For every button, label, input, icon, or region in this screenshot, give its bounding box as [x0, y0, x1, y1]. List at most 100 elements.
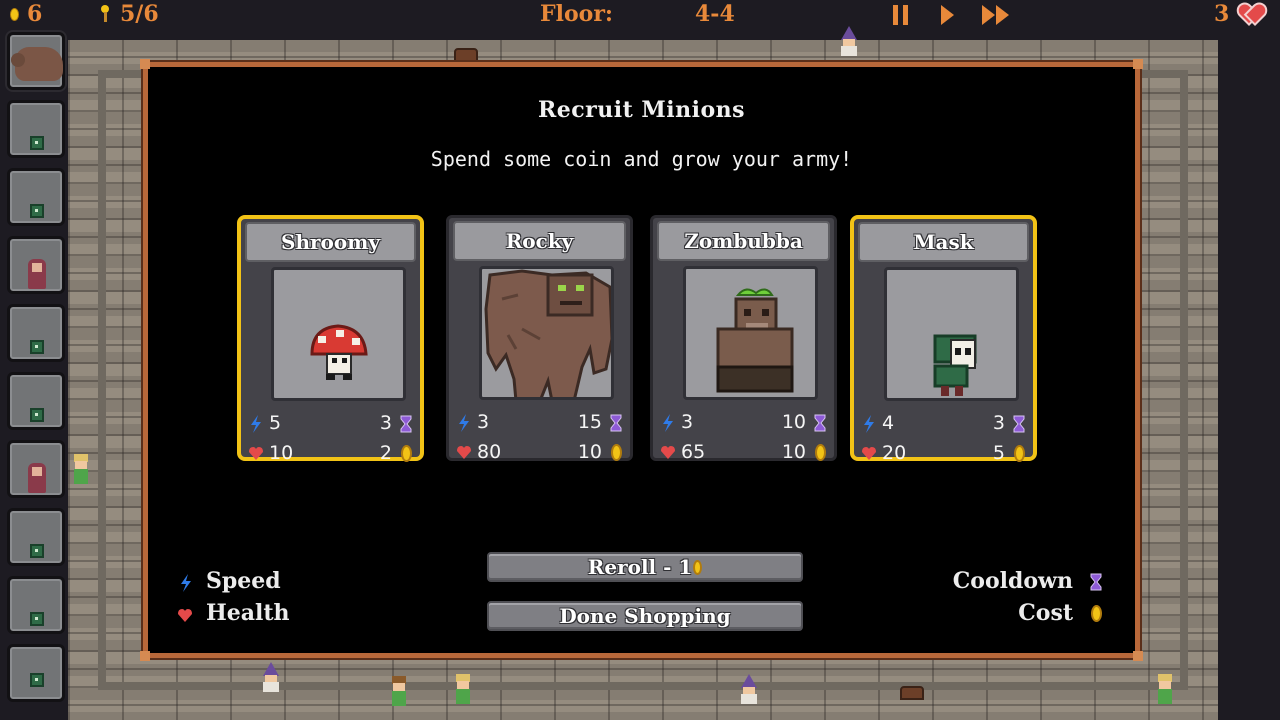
done-shopping-label: Done Shopping	[559, 604, 731, 628]
card-cooldown: 10	[781, 411, 806, 433]
mask-portrait	[884, 267, 1019, 401]
card-speed: 3	[477, 411, 490, 433]
sidebar-slot[interactable]	[7, 644, 65, 702]
heart-icon	[178, 609, 192, 622]
card-cooldown: 3	[992, 412, 1005, 434]
frame-corner	[140, 59, 150, 69]
wizard-hero	[738, 674, 760, 704]
play-button[interactable]	[938, 2, 958, 26]
card-name: Mask	[858, 222, 1029, 262]
minion-sprite	[30, 408, 44, 422]
hourglass-icon	[610, 414, 622, 432]
coin-icon	[1014, 445, 1025, 462]
recruit-dialog: Recruit Minions Spend some coin and grow…	[140, 59, 1143, 661]
speed-icon	[864, 415, 874, 433]
minion-sprite	[30, 673, 44, 687]
minion-sprite	[28, 259, 46, 289]
adventurer-hero	[454, 674, 472, 704]
coin-icon	[611, 444, 622, 461]
minion-sprite	[30, 612, 44, 626]
fast-forward-button[interactable]	[980, 2, 1014, 26]
frame-corner	[140, 651, 150, 661]
play-icon	[941, 5, 954, 25]
minion-sidebar	[0, 28, 68, 720]
zombubba-portrait	[683, 266, 818, 400]
sidebar-slot[interactable]	[7, 236, 65, 294]
heart-icon	[661, 446, 675, 459]
fast-forward-icon-second	[996, 5, 1009, 25]
adventurer-hero	[72, 454, 90, 484]
wizard-hero	[260, 662, 282, 692]
card-cost: 10	[577, 441, 602, 463]
gold-counter: 6	[10, 0, 42, 28]
adventurer-hero	[390, 676, 408, 706]
legend-cooldown: Cooldown	[952, 568, 1073, 594]
heart-icon	[457, 446, 471, 459]
coin-icon	[693, 559, 703, 575]
card-cooldown: 15	[577, 411, 602, 433]
card-stats-row-2: 20 5	[860, 441, 1027, 467]
heart-icon	[862, 447, 876, 460]
top-bar: 6 5/6 Floor: 4-4 3	[0, 0, 1280, 28]
dialog-title: Recruit Minions	[537, 97, 746, 123]
speed-icon	[663, 414, 673, 432]
skull-mask-icon	[933, 334, 977, 396]
minion-counter: 5/6	[100, 0, 159, 28]
hourglass-icon	[814, 414, 826, 432]
minion-card-rocky[interactable]: Rocky 3 15 80 10	[446, 215, 633, 463]
pause-button[interactable]	[890, 2, 912, 26]
sidebar-slot[interactable]	[7, 508, 65, 566]
minion-sprite	[30, 204, 44, 218]
card-stats-row-1: 3 15	[455, 410, 624, 436]
zombie-icon	[716, 288, 794, 393]
sidebar-slot[interactable]	[7, 168, 65, 226]
sidebar-slot[interactable]	[7, 576, 65, 634]
card-stats-row-2: 10 2	[247, 441, 414, 467]
card-cost: 5	[992, 442, 1005, 464]
card-cooldown: 3	[379, 412, 392, 434]
minion-count-value: 5/6	[120, 1, 159, 27]
card-health: 80	[477, 441, 502, 463]
reroll-label: Reroll - 1	[587, 555, 693, 579]
heart-icon	[1239, 4, 1261, 24]
wizard-hero	[838, 26, 860, 56]
card-speed: 3	[681, 411, 694, 433]
legend-speed: Speed	[206, 568, 281, 594]
sidebar-slot[interactable]	[7, 372, 65, 430]
sidebar-slot[interactable]	[7, 304, 65, 362]
sidebar-slot-bear[interactable]	[7, 32, 65, 90]
reroll-button[interactable]: Reroll - 1	[487, 552, 803, 582]
hourglass-icon	[1090, 573, 1102, 591]
adventurer-hero	[1156, 674, 1174, 704]
card-speed: 4	[882, 412, 895, 434]
bear-sprite	[11, 47, 63, 81]
hourglass-icon	[400, 415, 412, 433]
card-name: Zombubba	[657, 221, 830, 261]
sidebar-slot[interactable]	[7, 100, 65, 158]
pause-icon-bar	[903, 5, 908, 25]
gold-value: 6	[27, 1, 43, 27]
frame-corner	[1133, 59, 1143, 69]
legend-health: Health	[206, 600, 290, 626]
minion-card-zombubba[interactable]: Zombubba 3 10 65 10	[650, 215, 837, 463]
hourglass-icon	[1013, 415, 1025, 433]
right-margin	[1218, 28, 1280, 720]
speed-icon	[251, 415, 261, 433]
rocky-portrait	[479, 266, 614, 400]
speed-icon	[181, 574, 191, 592]
minion-card-mask[interactable]: Mask 4 3 20 5	[850, 215, 1037, 464]
heart-icon	[249, 447, 263, 460]
pause-icon	[893, 5, 898, 25]
minion-sprite	[30, 544, 44, 558]
lives-counter: 3	[1214, 0, 1261, 28]
coin-icon	[1091, 605, 1102, 622]
card-name: Rocky	[453, 221, 626, 261]
sidebar-slot[interactable]	[7, 440, 65, 498]
treasure-chest-icon	[454, 48, 478, 62]
legend-cost: Cost	[1018, 600, 1073, 626]
done-shopping-button[interactable]: Done Shopping	[487, 601, 803, 631]
minion-card-shroomy[interactable]: Shroomy 5 3 10 2	[237, 215, 424, 464]
card-health: 65	[681, 441, 706, 463]
coin-icon	[815, 444, 826, 461]
card-stats-row-1: 3 10	[659, 410, 828, 436]
